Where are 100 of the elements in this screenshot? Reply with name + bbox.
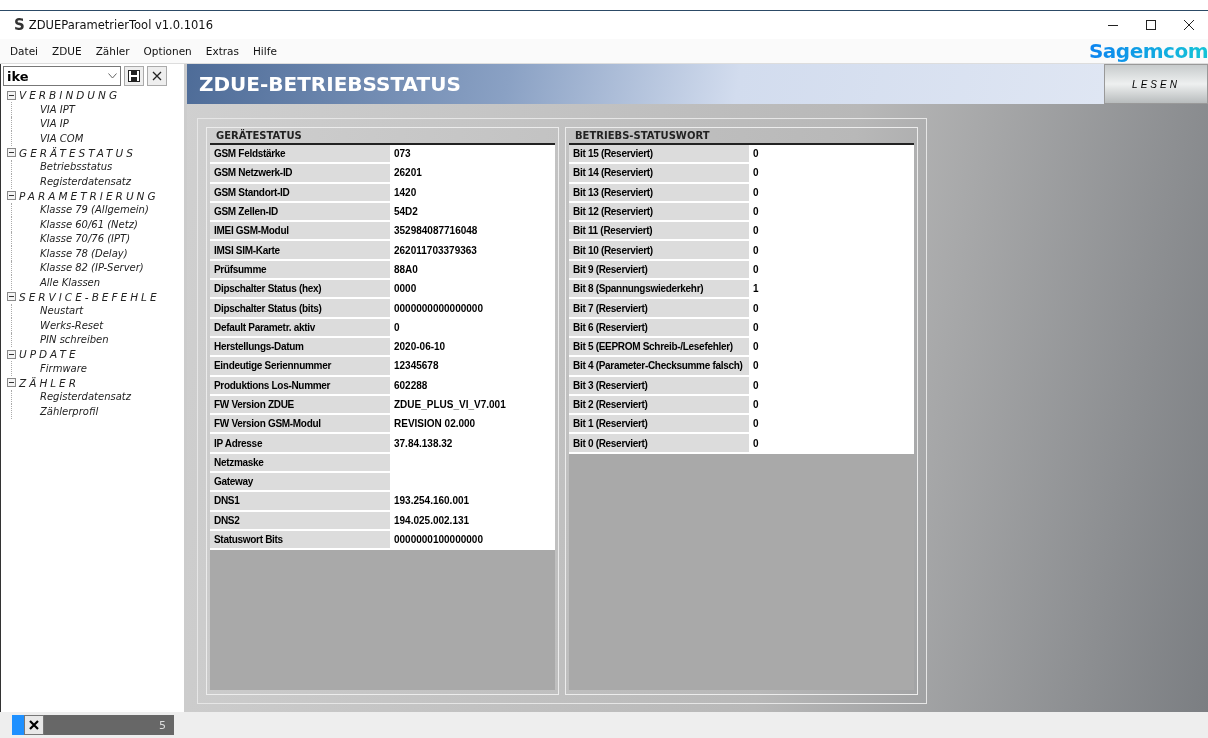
field-label: Herstellungs-Datum	[210, 337, 390, 358]
status-indicator	[12, 715, 24, 735]
app-logo: S	[14, 16, 25, 34]
field-label: Dipschalter Status (hex)	[210, 280, 390, 300]
field-value: 0	[749, 183, 914, 203]
collapse-icon[interactable]	[7, 378, 16, 387]
field-value: 0	[749, 376, 914, 396]
tree-item[interactable]: Zählerprofil	[40, 405, 99, 417]
tree-item[interactable]: Alle Klassen	[40, 276, 101, 288]
field-label: Bit 15 (Reserviert)	[569, 145, 749, 165]
page-title: ZDUE-BETRIEBSSTATUS	[187, 64, 1104, 104]
field-value: 073	[390, 145, 555, 165]
field-label: IMSI SIM-Karte	[210, 241, 390, 261]
tree-item[interactable]: Betriebsstatus	[40, 161, 113, 173]
tree-section[interactable]: GERÄTESTATUS	[7, 145, 184, 160]
field-label: Bit 0 (Reserviert)	[569, 434, 749, 454]
field-value: 0	[749, 222, 914, 242]
tree-item[interactable]: Firmware	[40, 362, 87, 374]
menu-item[interactable]: Zähler	[95, 45, 130, 57]
field-value: 602288	[390, 376, 555, 396]
field-value: 0	[749, 202, 914, 223]
collapse-icon[interactable]	[7, 292, 16, 301]
field-label: Default Parametr. aktiv	[210, 318, 390, 338]
window-title: ZDUEParametrierTool v1.0.1016	[28, 18, 213, 32]
field-label: GSM Feldstärke	[210, 145, 390, 165]
tree-item[interactable]: Klasse 70/76 (IPT)	[40, 233, 131, 245]
field-value: 194.025.002.131	[390, 511, 555, 531]
tree-item[interactable]: Klasse 60/61 (Netz)	[40, 218, 138, 230]
tree-item[interactable]: VIA COM	[40, 132, 84, 144]
menu-item[interactable]: Hilfe	[252, 45, 277, 57]
tree-item[interactable]: Werks-Reset	[40, 319, 104, 331]
tree-item[interactable]: PIN schreiben	[40, 334, 109, 346]
field-value: 0000000100000000	[390, 530, 555, 551]
maximize-icon	[1146, 20, 1156, 30]
field-label: Bit 7 (Reserviert)	[569, 299, 749, 319]
tree-item[interactable]: Registerdatensatz	[40, 391, 131, 403]
field-label: Bit 2 (Reserviert)	[569, 395, 749, 416]
field-value: 2020-06-10	[390, 337, 555, 358]
tree-item[interactable]: VIA IP	[40, 118, 69, 130]
field-value: 1420	[390, 183, 555, 203]
field-value: 54D2	[390, 202, 555, 223]
field-value: 0	[749, 415, 914, 435]
field-value: 0	[749, 357, 914, 377]
tree-section[interactable]: VERBINDUNG	[7, 88, 184, 102]
chevron-icon	[108, 73, 117, 79]
field-label: Bit 13 (Reserviert)	[569, 183, 749, 203]
field-value: 0	[749, 241, 914, 261]
field-label: Bit 8 (Spannungswiederkehr)	[569, 280, 749, 300]
collapse-icon[interactable]	[7, 90, 16, 100]
close-button[interactable]	[147, 66, 167, 86]
field-label: GSM Netzwerk-ID	[210, 164, 390, 184]
tree-item[interactable]: Neustart	[40, 305, 84, 317]
field-label: Bit 6 (Reserviert)	[569, 318, 749, 338]
tree-item[interactable]: Klasse 82 (IP-Server)	[40, 262, 144, 274]
tree-section[interactable]: ZÄHLER	[7, 375, 184, 390]
tree-item[interactable]: Registerdatensatz	[40, 175, 131, 187]
field-value: 0	[749, 318, 914, 338]
field-label: FW Version GSM-Modul	[210, 415, 390, 435]
field-value: 352984087716048	[390, 222, 555, 242]
menu-item[interactable]: Optionen	[143, 45, 192, 57]
collapse-icon[interactable]	[7, 148, 16, 157]
field-value: 12345678	[390, 357, 555, 377]
tree-section[interactable]: PARAMETRIERUNG	[7, 188, 184, 203]
tree-item[interactable]: VIA IPT	[40, 103, 75, 115]
tree-item[interactable]: Klasse 79 (Allgemein)	[40, 204, 149, 216]
field-value: REVISION 02.000	[390, 415, 555, 435]
field-value: 0	[749, 299, 914, 319]
field-value: 0	[749, 145, 914, 165]
tree-item[interactable]: Klasse 78 (Delay)	[40, 247, 128, 259]
save-icon	[128, 70, 140, 82]
status-count: 5	[44, 715, 174, 735]
read-button[interactable]: LESEN	[1104, 64, 1208, 104]
profile-dropdown[interactable]: ike	[3, 66, 121, 86]
menu-item[interactable]: Extras	[205, 45, 239, 57]
field-label: IMEI GSM-Modul	[210, 222, 390, 242]
tree-section[interactable]: UPDATE	[7, 347, 184, 361]
field-label: Prüfsumme	[210, 260, 390, 281]
field-value: 0000	[390, 280, 555, 300]
field-label: Bit 4 (Parameter-Checksumme falsch)	[569, 357, 749, 377]
collapse-icon[interactable]	[7, 191, 16, 200]
field-value: 88A0	[390, 260, 555, 281]
field-label: Bit 3 (Reserviert)	[569, 376, 749, 396]
field-label: IP Adresse	[210, 434, 390, 454]
save-button[interactable]	[124, 66, 144, 86]
collapse-icon[interactable]	[7, 349, 16, 359]
field-value: 37.84.138.32	[390, 434, 555, 454]
tree-section[interactable]: SERVICE-BEFEHLE	[7, 289, 184, 304]
field-label: Dipschalter Status (bits)	[210, 299, 390, 319]
field-value: 1	[749, 280, 914, 300]
field-label: GSM Zellen-ID	[210, 202, 390, 223]
field-value: 26201	[390, 164, 555, 184]
field-value: 0	[749, 164, 914, 184]
field-label: Bit 12 (Reserviert)	[569, 202, 749, 223]
menu-item[interactable]: ZDUE	[52, 45, 82, 57]
menu-item[interactable]: Datei	[10, 45, 38, 57]
field-value: 0000000000000000	[390, 299, 555, 319]
close-button[interactable]	[24, 715, 44, 735]
field-label: Statuswort Bits	[210, 530, 390, 551]
field-label: Bit 14 (Reserviert)	[569, 164, 749, 184]
field-label: DNS1	[210, 492, 390, 512]
